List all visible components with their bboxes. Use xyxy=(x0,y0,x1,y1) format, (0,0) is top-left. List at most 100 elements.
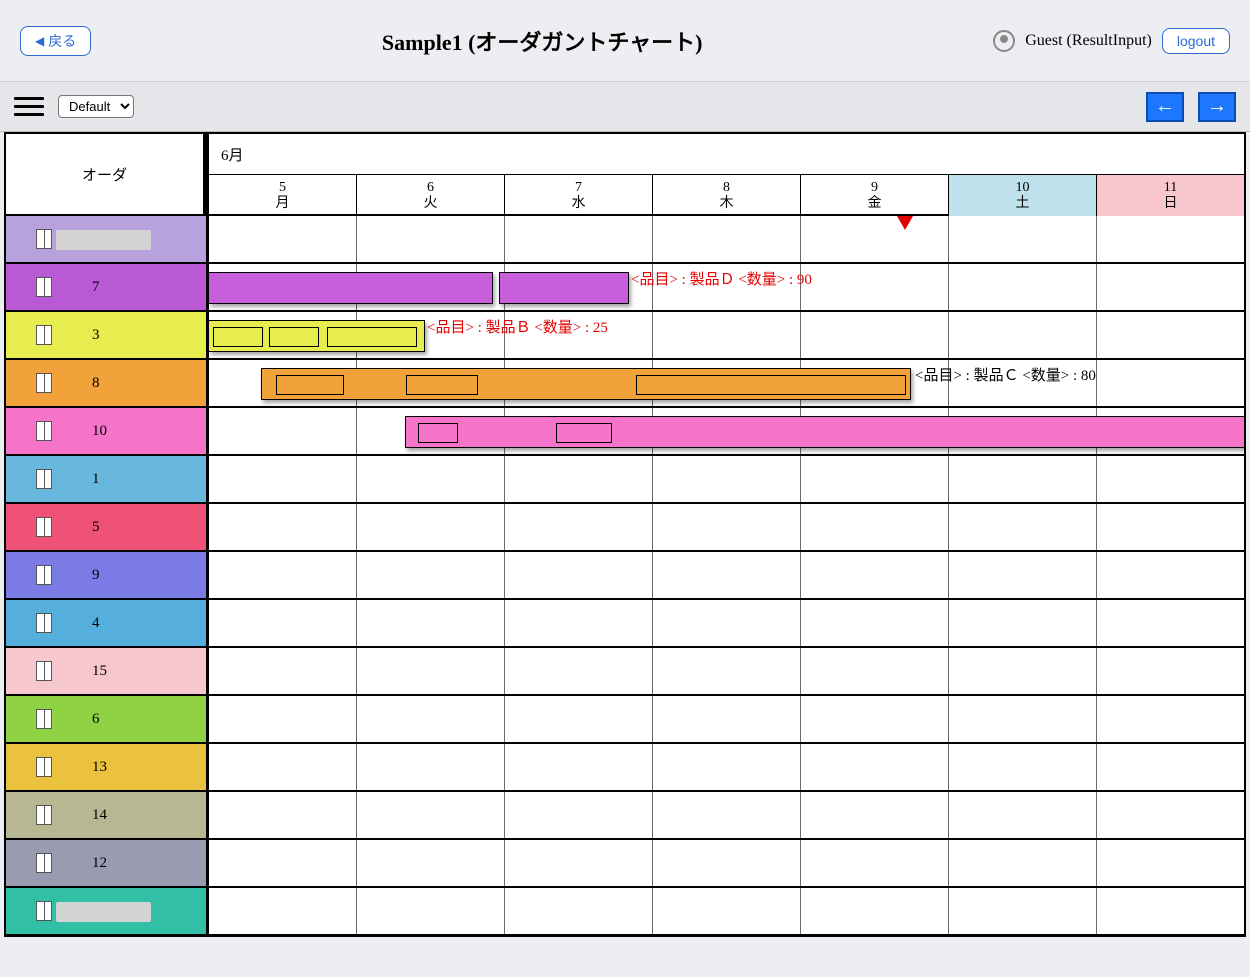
order-row[interactable]: 1 xyxy=(6,456,206,504)
timeline-row xyxy=(209,744,1244,792)
gantt-bar[interactable] xyxy=(261,368,911,400)
gantt-bar-label: <品目> : 製品Ｂ <数量> : 25 xyxy=(427,316,608,337)
gantt-bar-label: <品目> : 製品Ｄ <数量> : 90 xyxy=(631,268,812,289)
order-id: 15 xyxy=(92,663,107,680)
order-id: 10 xyxy=(92,423,107,440)
order-id: 2 xyxy=(92,231,100,248)
drag-handle-icon[interactable] xyxy=(36,421,52,441)
gantt-sub-bar[interactable] xyxy=(327,327,417,347)
now-marker-icon xyxy=(897,216,913,230)
order-row[interactable]: 4 xyxy=(6,600,206,648)
day-header: 10土 xyxy=(949,175,1097,216)
arrow-right-icon: → xyxy=(1207,95,1227,118)
gantt-left-column: オーダ 273810159415613141211 xyxy=(6,134,206,936)
order-row[interactable]: 10 xyxy=(6,408,206,456)
day-header: 7水 xyxy=(505,175,653,216)
timeline-row xyxy=(209,504,1244,552)
scroll-right-button[interactable]: → xyxy=(1198,92,1236,122)
user-area: Guest (ResultInput) logout xyxy=(993,28,1230,54)
drag-handle-icon[interactable] xyxy=(36,469,52,489)
drag-handle-icon[interactable] xyxy=(36,757,52,777)
back-label: 戻る xyxy=(48,31,76,51)
menu-icon[interactable] xyxy=(14,92,44,121)
drag-handle-icon[interactable] xyxy=(36,709,52,729)
timeline-row xyxy=(209,888,1244,936)
timeline-row xyxy=(209,648,1244,696)
order-id: 3 xyxy=(92,327,100,344)
scroll-left-button[interactable]: ← xyxy=(1146,92,1184,122)
order-row[interactable]: 12 xyxy=(6,840,206,888)
order-row[interactable]: 9 xyxy=(6,552,206,600)
drag-handle-icon[interactable] xyxy=(36,661,52,681)
user-label: Guest (ResultInput) xyxy=(1025,32,1152,50)
order-id: 12 xyxy=(92,855,107,872)
timeline-row xyxy=(209,696,1244,744)
back-button[interactable]: ◀ 戻る xyxy=(20,26,91,56)
timeline-row xyxy=(209,216,1244,264)
order-id: 4 xyxy=(92,615,100,632)
order-row[interactable]: 3 xyxy=(6,312,206,360)
order-id: 13 xyxy=(92,759,107,776)
order-row[interactable]: 15 xyxy=(6,648,206,696)
gantt-bar-label: <品目> : 製品Ｃ <数量> : 80 xyxy=(915,364,1096,385)
drag-handle-icon[interactable] xyxy=(36,805,52,825)
gantt-chart: オーダ 273810159415613141211 6月 5月6火7水8木9金1… xyxy=(4,132,1246,937)
drag-handle-icon[interactable] xyxy=(36,901,52,921)
month-label: 6月 xyxy=(209,134,1244,175)
order-id: 1 xyxy=(92,471,100,488)
view-select[interactable]: Default xyxy=(58,95,134,118)
drag-handle-icon[interactable] xyxy=(36,517,52,537)
drag-handle-icon[interactable] xyxy=(36,277,52,297)
drag-handle-icon[interactable] xyxy=(36,565,52,585)
user-icon xyxy=(993,30,1015,52)
order-row[interactable]: 7 xyxy=(6,264,206,312)
order-row[interactable]: 8 xyxy=(6,360,206,408)
chevron-left-icon: ◀ xyxy=(35,34,44,48)
drag-handle-icon[interactable] xyxy=(36,325,52,345)
timeline-header: 6月 5月6火7水8木9金10土11日 xyxy=(209,134,1244,216)
gantt-sub-bar[interactable] xyxy=(213,327,263,347)
timeline-row xyxy=(209,456,1244,504)
logout-button[interactable]: logout xyxy=(1162,28,1230,54)
gantt-bar[interactable] xyxy=(209,272,493,304)
gantt-sub-bar[interactable] xyxy=(636,375,906,395)
order-id: 8 xyxy=(92,375,100,392)
arrow-left-icon: ← xyxy=(1155,95,1175,118)
gantt-sub-bar[interactable] xyxy=(406,375,478,395)
day-header: 5月 xyxy=(209,175,357,216)
order-row[interactable]: 11 xyxy=(6,888,206,936)
toolbar: Default ← → xyxy=(0,82,1250,132)
drag-handle-icon[interactable] xyxy=(36,229,52,249)
timeline-row xyxy=(209,840,1244,888)
gantt-sub-bar[interactable] xyxy=(556,423,612,443)
timeline-row xyxy=(209,600,1244,648)
gantt-left-header: オーダ xyxy=(6,134,206,216)
order-id: 5 xyxy=(92,519,100,536)
gantt-sub-bar[interactable] xyxy=(276,375,344,395)
drag-handle-icon[interactable] xyxy=(36,613,52,633)
order-row[interactable]: 14 xyxy=(6,792,206,840)
gantt-sub-bar[interactable] xyxy=(418,423,458,443)
gantt-bar[interactable] xyxy=(499,272,629,304)
order-id: 7 xyxy=(92,279,100,296)
order-id: 11 xyxy=(92,903,106,920)
gantt-bar[interactable] xyxy=(209,320,425,352)
app-header: ◀ 戻る Sample1 (オーダガントチャート) Guest (ResultI… xyxy=(0,0,1250,82)
gantt-bar[interactable] xyxy=(405,416,1246,448)
drag-handle-icon[interactable] xyxy=(36,853,52,873)
order-id: 14 xyxy=(92,807,107,824)
page-title: Sample1 (オーダガントチャート) xyxy=(91,25,993,57)
gantt-timeline[interactable]: 6月 5月6火7水8木9金10土11日 <品目> : 製品Ｄ <数量> : 90… xyxy=(206,134,1244,935)
gantt-sub-bar[interactable] xyxy=(269,327,319,347)
order-id: 6 xyxy=(92,711,100,728)
order-id: 9 xyxy=(92,567,100,584)
drag-handle-icon[interactable] xyxy=(36,373,52,393)
timeline-row xyxy=(209,792,1244,840)
order-row[interactable]: 5 xyxy=(6,504,206,552)
order-row[interactable]: 6 xyxy=(6,696,206,744)
day-header: 6火 xyxy=(357,175,505,216)
order-row[interactable]: 2 xyxy=(6,216,206,264)
day-header: 9金 xyxy=(801,175,949,216)
day-header: 11日 xyxy=(1097,175,1244,216)
order-row[interactable]: 13 xyxy=(6,744,206,792)
